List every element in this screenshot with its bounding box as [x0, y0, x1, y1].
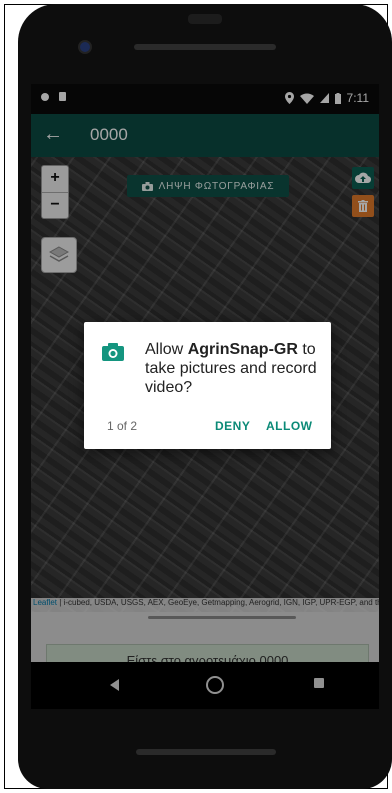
zoom-control: + −	[41, 165, 69, 219]
upload-button[interactable]	[352, 167, 374, 189]
trash-icon	[358, 200, 368, 212]
camera-icon	[102, 343, 124, 361]
take-photo-label: ΛΗΨΗ ΦΩΤΟΓΡΑΦΙΑΣ	[158, 180, 275, 192]
zoom-out-button[interactable]: −	[42, 193, 68, 218]
app-name: AgrinSnap-GR	[187, 341, 298, 358]
front-camera	[80, 42, 90, 52]
top-notch	[188, 14, 222, 24]
sd-card-icon	[59, 92, 66, 101]
delete-button[interactable]	[352, 195, 374, 217]
panel-drag-handle[interactable]	[148, 616, 296, 619]
allow-button[interactable]: ALLOW	[266, 419, 313, 433]
permission-prefix: Allow	[145, 341, 188, 358]
permission-dialog: Allow AgrinSnap-GR to take pictures and …	[84, 322, 331, 449]
android-nav-bar	[31, 662, 379, 709]
status-time: 7:11	[346, 91, 369, 105]
zoom-in-button[interactable]: +	[42, 166, 68, 193]
app-bar: ← 0000	[31, 114, 379, 157]
back-arrow-icon[interactable]: ←	[43, 123, 63, 146]
nav-back-icon[interactable]	[110, 679, 119, 691]
earpiece-speaker	[134, 44, 276, 50]
location-icon	[284, 92, 294, 104]
cloud-upload-icon	[355, 172, 371, 184]
nav-home-icon[interactable]	[206, 676, 224, 694]
layers-button[interactable]	[41, 237, 77, 273]
permission-counter: 1 of 2	[107, 419, 138, 433]
layers-icon	[49, 246, 69, 262]
page-title: 0000	[90, 125, 128, 144]
attribution-text: | i-cubed, USDA, USGS, AEX, GeoEye, Getm…	[59, 598, 379, 607]
status-bar: 7:11	[31, 84, 379, 114]
permission-message: Allow AgrinSnap-GR to take pictures and …	[145, 340, 320, 397]
notification-dot-icon	[41, 92, 49, 101]
map-attribution: Leaflet | i-cubed, USDA, USGS, AEX, GeoE…	[31, 598, 379, 612]
signal-icon	[319, 93, 329, 103]
wifi-icon	[299, 93, 314, 104]
battery-icon	[334, 92, 341, 104]
bottom-speaker	[136, 749, 276, 755]
deny-button[interactable]: DENY	[215, 419, 250, 433]
bottom-panel: Είστε στο αγροτεμάχιο 0000	[31, 612, 379, 676]
camera-icon	[141, 181, 153, 191]
take-photo-button[interactable]: ΛΗΨΗ ΦΩΤΟΓΡΑΦΙΑΣ	[127, 175, 289, 197]
leaflet-link[interactable]: Leaflet	[33, 598, 57, 607]
nav-recents-icon[interactable]	[314, 678, 324, 688]
